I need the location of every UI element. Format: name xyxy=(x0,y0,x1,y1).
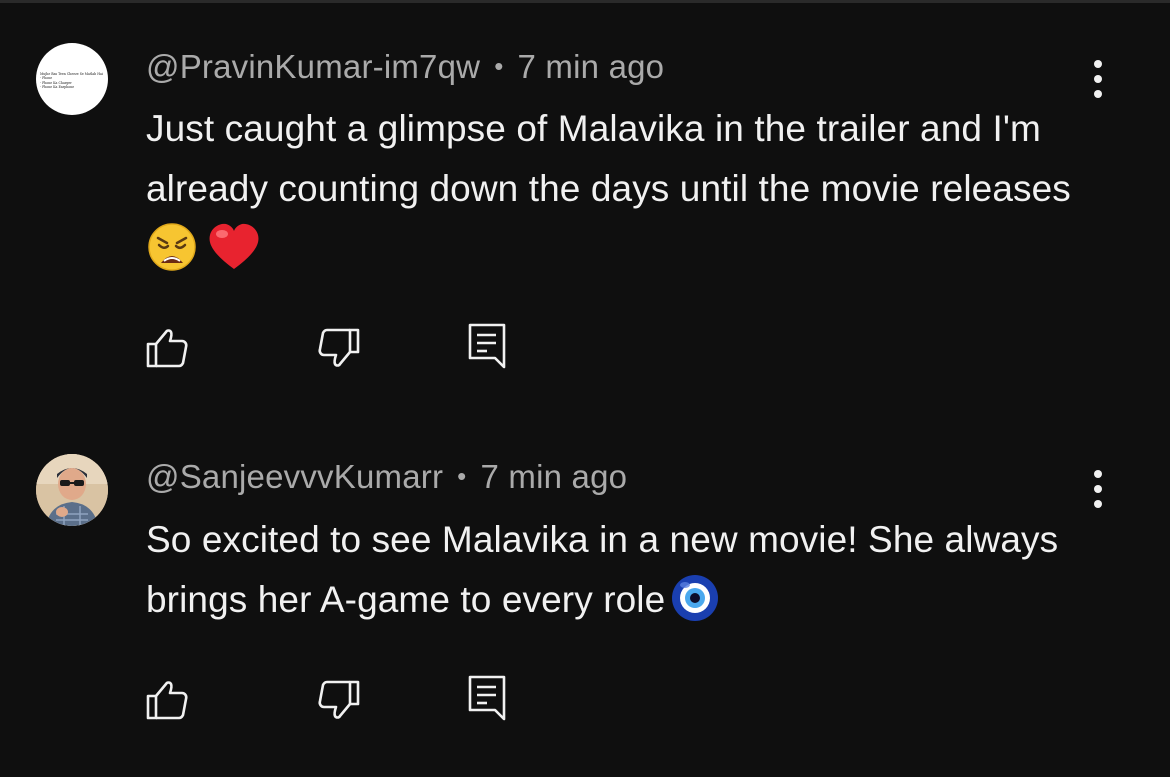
comment-time: 7 min ago xyxy=(517,48,665,85)
more-options-button[interactable] xyxy=(1084,468,1112,512)
dot xyxy=(1094,90,1102,98)
dislike-icon xyxy=(318,680,360,719)
more-options-button[interactable] xyxy=(1084,58,1112,102)
avatar-caption: Mujhe Bas Teen Cheeze Se Matlab Hai - Ph… xyxy=(40,72,103,90)
separator-dot: • xyxy=(494,51,504,81)
like-button[interactable] xyxy=(142,322,194,374)
reply-button[interactable] xyxy=(463,672,515,724)
comment-time: 7 min ago xyxy=(480,458,628,495)
author-name[interactable]: @PravinKumar-im7qw xyxy=(146,48,480,85)
author-name[interactable]: @SanjeevvvKumarr xyxy=(146,458,443,495)
top-divider xyxy=(0,0,1170,3)
dot xyxy=(1094,75,1102,83)
comment-text: Just caught a glimpse of Malavika in the… xyxy=(146,99,1106,279)
author-avatar[interactable] xyxy=(36,454,108,526)
like-button[interactable] xyxy=(142,674,194,726)
like-icon xyxy=(146,681,188,720)
dot xyxy=(1094,500,1102,508)
separator-dot: • xyxy=(457,461,467,491)
like-icon xyxy=(146,329,188,368)
dislike-icon xyxy=(318,328,360,367)
comment-meta: @SanjeevvvKumarr • 7 min ago xyxy=(146,458,627,496)
reply-button[interactable] xyxy=(463,320,515,372)
comment-meta: @PravinKumar-im7qw • 7 min ago xyxy=(146,48,664,86)
reply-icon xyxy=(468,675,506,721)
dot xyxy=(1094,485,1102,493)
nazar-amulet-icon xyxy=(672,575,719,622)
red-heart-icon xyxy=(209,224,259,270)
person-photo-icon xyxy=(36,454,108,526)
comment-body: So excited to see Malavika in a new movi… xyxy=(146,519,1059,620)
dislike-button[interactable] xyxy=(312,674,364,726)
comment-text: So excited to see Malavika in a new movi… xyxy=(146,510,1106,630)
dot xyxy=(1094,60,1102,68)
author-avatar[interactable]: Mujhe Bas Teen Cheeze Se Matlab Hai - Ph… xyxy=(36,43,108,115)
dislike-button[interactable] xyxy=(312,322,364,374)
weary-face-icon xyxy=(148,223,196,271)
comment-body: Just caught a glimpse of Malavika in the… xyxy=(146,108,1071,209)
reply-icon xyxy=(468,323,506,369)
dot xyxy=(1094,470,1102,478)
